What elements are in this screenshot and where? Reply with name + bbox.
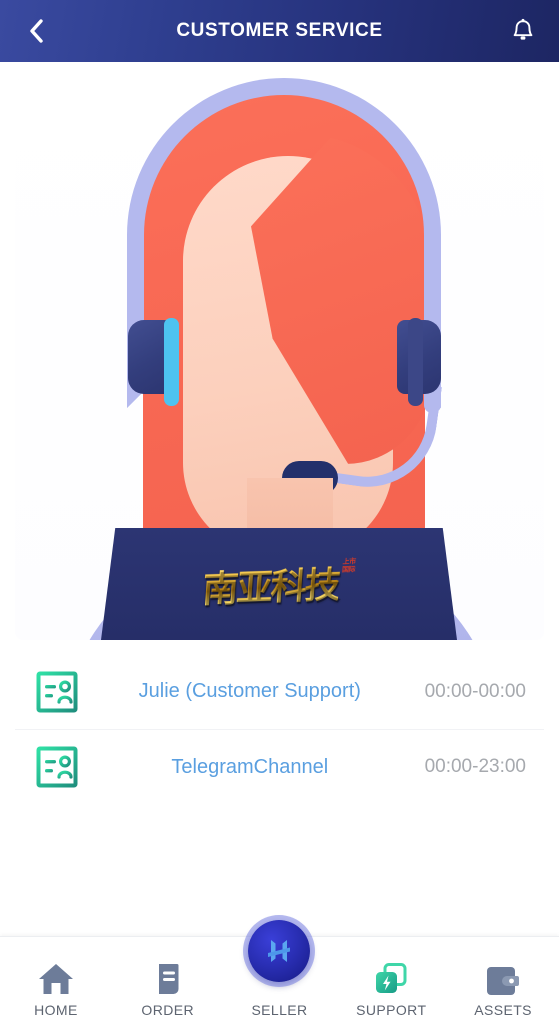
wallet-icon-wrap — [484, 953, 522, 997]
home-icon — [38, 964, 73, 994]
contact-name[interactable]: TelegramChannel — [81, 756, 425, 779]
tab-order[interactable]: ORDER — [112, 936, 224, 1024]
wallet-icon — [487, 967, 520, 995]
support-icon-wrap — [372, 953, 410, 997]
headset-earcup-left-accent — [164, 318, 179, 406]
tab-label-seller: SELLER — [251, 1002, 308, 1018]
bell-icon — [513, 18, 533, 40]
list-item[interactable]: Julie (Customer Support) 00:00-00:00 — [15, 654, 544, 729]
chevron-left-icon — [30, 19, 43, 43]
bottom-navigation: HOME ORDER SELLER SUPPORT ASSETS — [0, 920, 559, 1024]
brand-logo-subtext: 上市 国际 — [342, 557, 356, 574]
contact-name[interactable]: Julie (Customer Support) — [81, 680, 425, 703]
tab-label-home: HOME — [34, 1002, 78, 1018]
contact-hours: 00:00-23:00 — [424, 756, 526, 777]
tab-label-support: SUPPORT — [356, 1002, 427, 1018]
contact-icon-wrap — [35, 669, 81, 715]
order-icon — [158, 964, 179, 994]
support-icon — [376, 963, 407, 993]
brand-logo: 南亚科技 上市 国际 — [201, 555, 357, 613]
page-title: CUSTOMER SERVICE — [176, 20, 383, 41]
tab-home[interactable]: HOME — [0, 936, 112, 1024]
illustration-stage: 南亚科技 上市 国际 — [15, 78, 544, 640]
brand-logo-subtext-line2: 国际 — [342, 565, 356, 574]
tab-label-order: ORDER — [141, 1002, 194, 1018]
contact-icon-wrap — [35, 744, 81, 790]
home-icon-wrap — [36, 953, 76, 997]
support-agent-illustration: 南亚科技 上市 国际 — [15, 78, 544, 640]
tab-label-assets: ASSETS — [474, 1002, 532, 1018]
order-icon-wrap — [150, 953, 186, 997]
contact-list: Julie (Customer Support) 00:00-00:00 Tel… — [15, 654, 544, 804]
contact-card-icon — [36, 671, 78, 712]
app-header: CUSTOMER SERVICE — [0, 0, 559, 62]
laptop-screen: 南亚科技 上市 国际 — [101, 528, 457, 640]
brand-logo-text: 南亚科技 — [201, 556, 341, 613]
customer-service-screen: CUSTOMER SERVICE 南亚科技 上市 国际 Julie (Custo… — [0, 0, 559, 1024]
back-button[interactable] — [16, 11, 56, 51]
seller-icon — [248, 920, 311, 982]
notifications-button[interactable] — [503, 11, 543, 51]
contact-card-icon — [36, 746, 78, 788]
list-item[interactable]: TelegramChannel 00:00-23:00 — [15, 729, 544, 804]
page-body: 南亚科技 上市 国际 Julie (Customer Support) 00:0… — [0, 62, 559, 1024]
tab-seller[interactable]: SELLER — [224, 920, 336, 1024]
tab-support[interactable]: SUPPORT — [335, 936, 447, 1024]
contact-hours: 00:00-00:00 — [424, 680, 526, 702]
tab-assets[interactable]: ASSETS — [447, 936, 559, 1024]
seller-icon-wrap — [248, 920, 311, 982]
seller-glyph-icon — [268, 940, 291, 962]
